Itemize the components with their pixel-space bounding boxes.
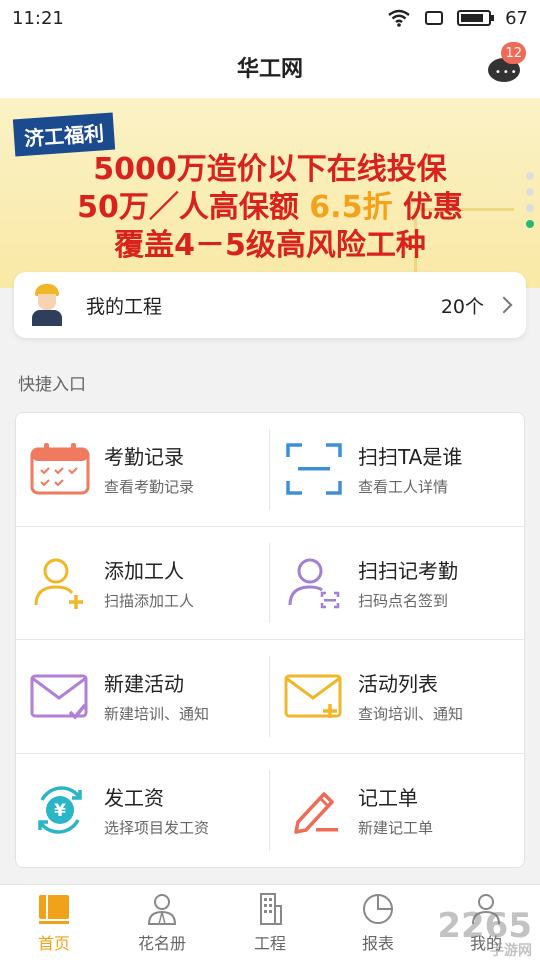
banner-line-3: 覆盖4－5级高风险工种 — [114, 228, 426, 263]
quick-entry-title: 快捷入口 — [18, 375, 86, 395]
status-bar: 11:21 67 — [0, 0, 540, 36]
status-icons: 67 — [387, 8, 528, 29]
screen-icon — [425, 11, 444, 25]
add-user-icon — [30, 555, 90, 611]
tab-roster[interactable]: 花名册 — [108, 885, 216, 960]
tab-projects[interactable]: 工程 — [216, 885, 324, 960]
home-icon — [39, 894, 69, 924]
quick-entry-grid: 考勤记录 查看考勤记录 扫扫TA是谁 查看工人详情 添加工人 扫描添加工人 扫扫… — [15, 412, 525, 868]
watermark: 2265 手游网 — [437, 906, 532, 959]
calendar-icon — [30, 441, 90, 497]
tab-home[interactable]: 首页 — [0, 885, 108, 960]
pencil-icon — [284, 782, 344, 838]
chevron-right-icon — [495, 296, 513, 314]
scan-frame-icon — [284, 441, 344, 497]
my-projects-count: 20个 — [440, 295, 484, 318]
svg-text:¥: ¥ — [54, 801, 66, 821]
quick-item-new-activity[interactable]: 新建活动 新建培训、通知 — [16, 640, 270, 754]
my-projects-row[interactable]: 我的工程 20个 — [14, 272, 526, 338]
promo-banner[interactable]: 济工福利 5000万造价以下在线投保 50万／人高保额 6.5折 优惠 覆盖4－… — [0, 98, 540, 288]
tab-reports[interactable]: 报表 — [324, 885, 432, 960]
status-time: 11:21 — [12, 7, 64, 29]
message-badge: 12 — [501, 42, 526, 64]
mail-check-icon — [30, 668, 90, 724]
quick-item-activity-list[interactable]: 活动列表 查询培训、通知 — [270, 640, 524, 754]
quick-item-pay-wages[interactable]: ¥ 发工资 选择项目发工资 — [16, 754, 270, 868]
title-bar: 华工网 ••• 12 — [0, 36, 540, 98]
battery-level: 67 — [505, 7, 528, 29]
page-title: 华工网 — [236, 57, 303, 82]
quick-item-scan-who[interactable]: 扫扫TA是谁 查看工人详情 — [270, 413, 524, 527]
battery-icon — [457, 10, 495, 26]
yuan-cycle-icon: ¥ — [30, 782, 90, 838]
pie-chart-icon — [363, 893, 393, 924]
building-icon — [260, 892, 282, 925]
message-button[interactable]: ••• 12 — [488, 42, 526, 82]
quick-item-scan-attendance[interactable]: 扫扫记考勤 扫码点名签到 — [270, 527, 524, 640]
wifi-icon — [388, 9, 410, 27]
user-scan-icon — [284, 555, 344, 611]
mail-add-icon — [284, 668, 344, 724]
my-projects-label: 我的工程 — [86, 295, 163, 318]
worker-avatar-icon — [30, 284, 64, 326]
quick-item-add-worker[interactable]: 添加工人 扫描添加工人 — [16, 527, 270, 640]
quick-item-attendance-records[interactable]: 考勤记录 查看考勤记录 — [16, 413, 270, 527]
quick-item-work-order[interactable]: 记工单 新建记工单 — [270, 754, 524, 868]
carousel-indicator — [526, 172, 534, 228]
roster-icon — [147, 893, 177, 925]
